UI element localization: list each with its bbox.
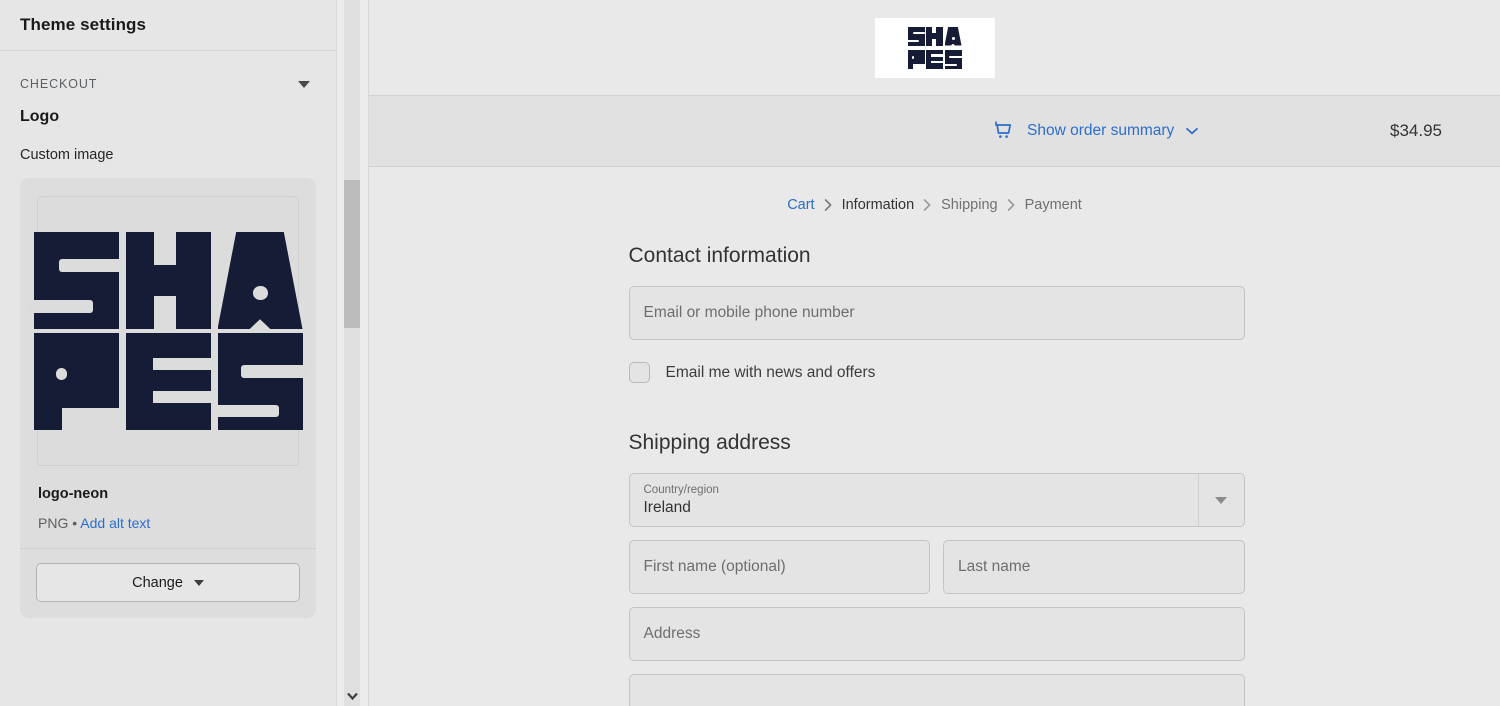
logo-row-bottom bbox=[33, 333, 310, 433]
order-total: $34.95 bbox=[1390, 121, 1442, 140]
store-logo-card bbox=[874, 17, 995, 78]
newsletter-checkbox[interactable] bbox=[628, 362, 650, 383]
breadcrumb-item-cart[interactable]: Cart bbox=[787, 197, 814, 213]
image-file-name: logo-neon bbox=[38, 486, 109, 502]
change-image-button[interactable]: Change bbox=[36, 563, 300, 602]
chevron-right-icon bbox=[1007, 199, 1016, 211]
store-logo-row-top bbox=[906, 25, 962, 47]
logo-glyph-e bbox=[125, 333, 217, 430]
breadcrumb-item-information[interactable]: Information bbox=[842, 197, 915, 213]
scrollbar-thumb[interactable] bbox=[344, 180, 360, 328]
custom-image-card: logo-neon PNG • Add alt text Change bbox=[20, 178, 316, 618]
sidebar-section-checkout[interactable]: CHECKOUT bbox=[0, 64, 336, 104]
checkout-form: Contact information Email or mobile phon… bbox=[625, 244, 1245, 706]
scrollbar-track[interactable] bbox=[344, 0, 360, 706]
logo-glyph-p bbox=[907, 49, 926, 70]
sidebar-header: Theme settings bbox=[0, 0, 336, 51]
logo-glyph-s bbox=[906, 26, 926, 46]
checkout-body: Cart Information Shipping Payment Contac… bbox=[369, 167, 1500, 706]
theme-settings-sidebar: Theme settings CHECKOUT Logo Custom imag… bbox=[0, 0, 336, 706]
setting-group-title: Logo bbox=[20, 108, 60, 125]
contact-information-heading: Contact information bbox=[628, 244, 811, 267]
logo-glyph-h bbox=[125, 228, 211, 335]
show-order-summary-toggle[interactable]: Show order summary bbox=[993, 120, 1199, 142]
country-select-inner: Country/region Ireland bbox=[630, 474, 1198, 526]
chevron-down-icon bbox=[1186, 127, 1199, 135]
shipping-address-heading: Shipping address bbox=[628, 431, 791, 454]
logo-glyph-s bbox=[29, 232, 123, 329]
custom-image-label: Custom image bbox=[20, 147, 114, 163]
logo-preview-image bbox=[29, 228, 310, 433]
meta-separator: • bbox=[72, 515, 78, 531]
store-logo-row-bottom bbox=[907, 49, 963, 70]
add-alt-text-link[interactable]: Add alt text bbox=[80, 515, 150, 531]
sidebar-section-label: CHECKOUT bbox=[20, 77, 98, 91]
breadcrumb: Cart Information Shipping Payment bbox=[369, 197, 1500, 213]
store-logo bbox=[906, 25, 963, 70]
logo-glyph-a bbox=[217, 232, 303, 329]
country-region-select[interactable]: Country/region Ireland bbox=[628, 473, 1245, 527]
last-name-input[interactable]: Last name bbox=[943, 540, 1245, 594]
image-file-meta: logo-neon PNG • Add alt text bbox=[20, 466, 316, 548]
breadcrumb-item-shipping: Shipping bbox=[941, 197, 998, 213]
store-header bbox=[369, 0, 1500, 95]
change-button-label: Change bbox=[132, 574, 183, 591]
theme-editor-window: Theme settings CHECKOUT Logo Custom imag… bbox=[0, 0, 1500, 706]
logo-glyph-h bbox=[926, 25, 943, 47]
chevron-right-icon bbox=[824, 199, 833, 211]
checkout-preview-pane: Show order summary $34.95 Cart Informati… bbox=[368, 0, 1500, 706]
logo-glyph-s2 bbox=[943, 49, 963, 69]
newsletter-opt-in-row[interactable]: Email me with news and offers bbox=[628, 362, 1245, 383]
country-select-arrow[interactable] bbox=[1197, 474, 1244, 526]
newsletter-label: Email me with news and offers bbox=[665, 363, 876, 381]
image-file-sub: PNG • Add alt text bbox=[38, 515, 298, 531]
caret-down-icon bbox=[1215, 496, 1227, 504]
image-thumbnail-frame[interactable] bbox=[29, 196, 310, 466]
shopping-cart-icon bbox=[993, 120, 1015, 142]
image-file-type: PNG bbox=[38, 515, 69, 531]
first-name-input[interactable]: First name (optional) bbox=[628, 540, 930, 594]
logo-glyph-p bbox=[33, 333, 122, 433]
chevron-right-icon bbox=[923, 199, 932, 211]
logo-glyph-s2 bbox=[212, 333, 310, 430]
address-input[interactable]: Address bbox=[628, 607, 1245, 661]
logo-row-top bbox=[29, 228, 303, 335]
show-order-summary-label: Show order summary bbox=[1027, 122, 1175, 139]
logo-glyph-e bbox=[926, 49, 945, 69]
change-button-wrap: Change bbox=[20, 549, 316, 618]
country-region-value: Ireland bbox=[643, 498, 691, 516]
email-or-phone-input[interactable]: Email or mobile phone number bbox=[628, 286, 1245, 340]
logo-glyph-a bbox=[944, 26, 962, 46]
sidebar-scrollbar[interactable] bbox=[336, 0, 368, 706]
page-title: Theme settings bbox=[20, 15, 147, 34]
name-fields-row: First name (optional) Last name bbox=[628, 540, 1245, 594]
country-region-label: Country/region bbox=[643, 483, 719, 496]
apartment-input[interactable] bbox=[628, 674, 1245, 706]
breadcrumb-item-payment: Payment bbox=[1024, 197, 1082, 213]
caret-down-icon bbox=[193, 579, 204, 586]
order-summary-bar: Show order summary $34.95 bbox=[369, 95, 1500, 167]
chevron-down-icon bbox=[298, 80, 310, 88]
scrollbar-down-arrow[interactable] bbox=[344, 686, 360, 706]
